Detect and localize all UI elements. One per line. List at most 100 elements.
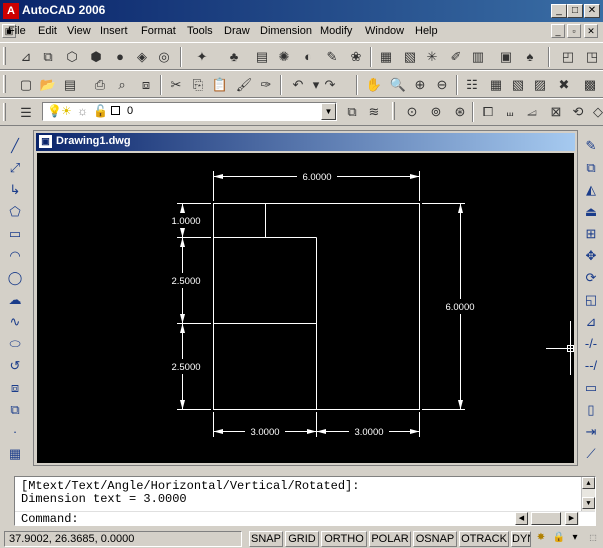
zoom-window-icon[interactable]: ⊕ [410, 75, 430, 95]
command-input[interactable]: Command: ◀ ▶ [15, 511, 595, 526]
boolean-union-icon[interactable]: ⊙ [402, 102, 422, 122]
offset-faces-icon[interactable]: ⧡ [522, 102, 542, 122]
grid-toggle[interactable]: GRID [285, 531, 319, 547]
ellipse-arc-icon[interactable]: ↺ [4, 356, 26, 376]
landscape-new-icon[interactable]: ✳ [422, 47, 442, 67]
drawing-title-bar[interactable]: ▣ Drawing1.dwg [36, 133, 575, 151]
copy-object-icon[interactable]: ⧉ [580, 158, 602, 178]
break-icon[interactable]: ▯ [580, 400, 602, 420]
command-hscrollbar[interactable]: ◀ ▶ [515, 512, 579, 525]
rotate-icon[interactable]: ⟳ [580, 268, 602, 288]
scroll-left-icon[interactable]: ◀ [515, 512, 528, 525]
rotate-faces-icon[interactable]: ⟲ [568, 102, 588, 122]
undo-icon[interactable]: ↶ [288, 75, 308, 95]
break-at-point-icon[interactable]: ▭ [580, 378, 602, 398]
toolbar-grip[interactable] [3, 47, 6, 65]
menu-format[interactable]: Format [141, 25, 176, 37]
design-center-icon[interactable]: ▦ [486, 75, 506, 95]
teapot-icon[interactable]: ♣ [224, 47, 244, 67]
menu-file[interactable]: File [8, 25, 26, 37]
open-icon[interactable]: 📂 [38, 75, 58, 95]
viewport-freeze-icon[interactable]: ☼ [77, 104, 88, 118]
otrack-toggle[interactable]: OTRACK [459, 531, 509, 547]
save-icon[interactable]: ▤ [60, 75, 80, 95]
fog-icon[interactable]: ▧ [400, 47, 420, 67]
lock-icon[interactable]: 🔓 [93, 104, 108, 118]
landscape-library-icon[interactable]: ▥ [468, 47, 488, 67]
boolean-intersect-icon[interactable]: ⊛ [450, 102, 470, 122]
render-icon[interactable]: ✦ [192, 47, 212, 67]
layer-manager-icon[interactable]: ☰ [16, 103, 36, 123]
move-icon[interactable]: ✥ [580, 246, 602, 266]
insert-block-icon[interactable]: ⧈ [4, 378, 26, 398]
layer-dropdown-arrow[interactable]: ▼ [321, 103, 336, 120]
lightbulb-icon[interactable]: 💡 [47, 104, 62, 118]
toolbar-grip[interactable] [3, 103, 6, 121]
paste-icon[interactable]: 📋 [210, 75, 230, 95]
solids-wedge-icon[interactable]: ◳ [582, 47, 602, 67]
zoom-previous-icon[interactable]: ⊖ [432, 75, 452, 95]
scale-icon[interactable]: ◱ [580, 290, 602, 310]
rectangle-icon[interactable]: ▭ [4, 224, 26, 244]
menu-draw[interactable]: Draw [224, 25, 250, 37]
toolbar-grip[interactable] [392, 102, 395, 120]
cut-icon[interactable]: ✂ [166, 75, 186, 95]
status-menu-arrow-icon[interactable]: ▾ [568, 531, 582, 545]
delete-faces-icon[interactable]: ⊠ [546, 102, 566, 122]
solids-box-icon[interactable]: ◰ [558, 47, 578, 67]
new-icon[interactable]: ▢ [16, 75, 36, 95]
erase-icon[interactable]: ✎ [580, 136, 602, 156]
dyn-toggle[interactable]: DYN [511, 531, 531, 547]
statistics-icon[interactable]: ♠ [520, 47, 540, 67]
document-icon[interactable]: ▣ [39, 135, 52, 148]
ellipse-icon[interactable]: ⬭ [4, 334, 26, 354]
menu-modify[interactable]: Modify [320, 25, 352, 37]
arc-icon[interactable]: ◠ [4, 246, 26, 266]
match-properties-icon[interactable]: 🖌 [234, 75, 254, 95]
tool-palettes-icon[interactable]: ▧ [508, 75, 528, 95]
point-icon[interactable]: · [4, 422, 26, 442]
materials-icon[interactable]: ◐ [298, 47, 318, 67]
landscape-icon[interactable]: ❀ [346, 47, 366, 67]
revision-cloud-icon[interactable]: ☁ [4, 290, 26, 310]
menu-window[interactable]: Window [365, 25, 404, 37]
toolbar-grip[interactable] [3, 75, 6, 93]
make-block-icon[interactable]: ⧉ [4, 400, 26, 420]
toolbar-lock-icon[interactable]: 🔒 [552, 531, 566, 545]
scroll-up-icon[interactable]: ▲ [582, 477, 595, 489]
menu-insert[interactable]: Insert [100, 25, 128, 37]
make-layer-current-icon[interactable]: ⧉ [342, 102, 362, 122]
doc-restore-button[interactable]: ▫ [567, 24, 581, 38]
taper-faces-icon[interactable]: ◇ [588, 102, 603, 122]
polyline-icon[interactable]: ↳ [4, 180, 26, 200]
array-icon[interactable]: ⊞ [580, 224, 602, 244]
background-icon[interactable]: ▦ [376, 47, 396, 67]
plot-preview-icon[interactable]: ⌕ [112, 75, 132, 95]
menu-view[interactable]: View [67, 25, 91, 37]
redo-icon[interactable]: ↷ [320, 75, 340, 95]
ucs-icon[interactable]: ⊿ [16, 47, 36, 67]
extend-icon[interactable]: --/ [580, 356, 602, 376]
solid-box-icon[interactable]: ⬢ [86, 47, 106, 67]
sheet-set-icon[interactable]: ▨ [530, 75, 550, 95]
doc-minimize-button[interactable]: _ [551, 24, 565, 38]
communication-center-icon[interactable]: ✸ [534, 531, 548, 545]
drawing-canvas[interactable]: 6.0000 1.0000 2.5000 2.5000 6.0000 3.000… [37, 153, 574, 463]
pan-icon[interactable]: ✋ [364, 75, 384, 95]
stretch-icon[interactable]: ⊿ [580, 312, 602, 332]
landscape-edit-icon[interactable]: ✐ [446, 47, 466, 67]
autocad-app-icon[interactable]: A [3, 3, 19, 19]
layer-control-dropdown[interactable]: 💡 ☀ ☼ 🔓 0 ▼ [42, 102, 337, 121]
spline-icon[interactable]: ∿ [4, 312, 26, 332]
extrude-faces-icon[interactable]: ⧠ [478, 102, 498, 122]
light-icon[interactable]: ✺ [274, 47, 294, 67]
preferences-icon[interactable]: ▣ [496, 47, 516, 67]
properties-icon[interactable]: ☷ [462, 75, 482, 95]
clean-screen-icon[interactable]: ⬚ [586, 531, 600, 545]
sun-icon[interactable]: ☀ [61, 104, 72, 118]
menu-tools[interactable]: Tools [187, 25, 213, 37]
join-icon[interactable]: ⇥ [580, 422, 602, 442]
zoom-realtime-icon[interactable]: 🔍 [388, 75, 408, 95]
maximize-button[interactable]: □ [567, 4, 583, 18]
mapping-icon[interactable]: ✎ [322, 47, 342, 67]
